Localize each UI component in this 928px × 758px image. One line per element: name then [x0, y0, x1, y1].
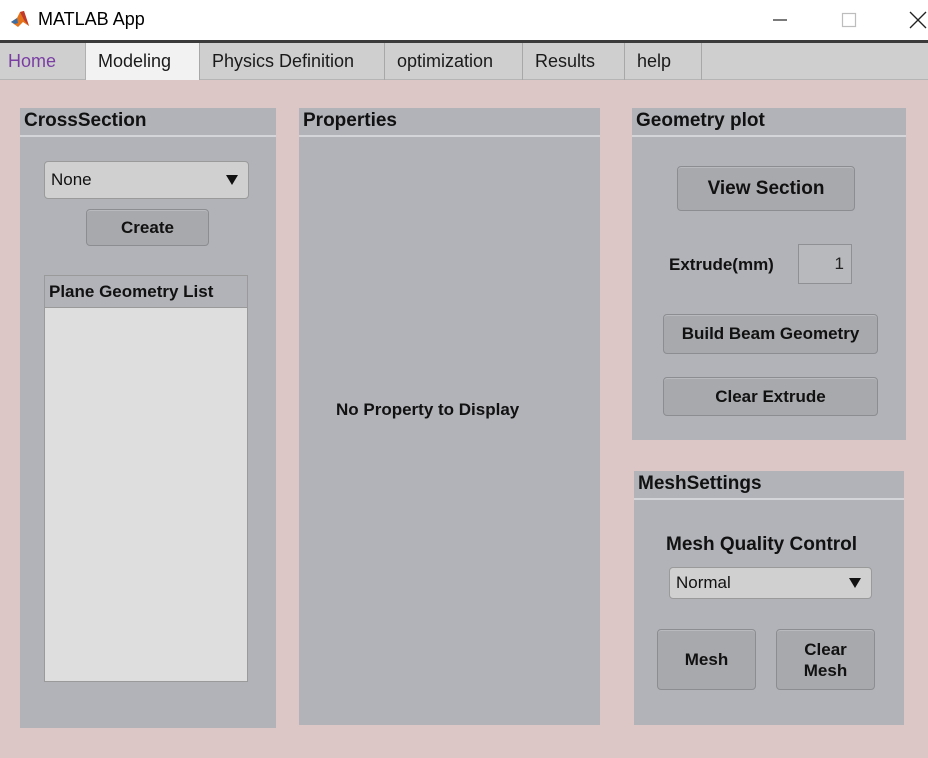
mesh-quality-dropdown[interactable]: Normal [669, 567, 872, 599]
extrude-label: Extrude(mm) [669, 255, 774, 274]
tab-results-label: Results [535, 51, 596, 71]
tab-optimization[interactable]: optimization [385, 43, 523, 80]
mesh-quality-label: Mesh Quality Control [666, 534, 858, 555]
tab-optimization-label: optimization [397, 51, 494, 71]
dropdown-arrow-icon [226, 175, 238, 185]
tab-modeling[interactable]: Modeling [85, 43, 200, 80]
tab-bar: Home Modeling Physics Definition optimiz… [0, 43, 928, 80]
maximize-icon [841, 12, 857, 28]
dropdown-arrow-icon [849, 578, 861, 588]
tab-help[interactable]: help [625, 43, 702, 80]
minimize-button[interactable] [757, 0, 803, 40]
close-icon [909, 11, 927, 29]
tab-physics-definition[interactable]: Physics Definition [200, 43, 385, 80]
cross-section-dropdown-value: None [51, 170, 92, 189]
clear-mesh-button[interactable]: Clear Mesh [776, 629, 875, 690]
window-title: MATLAB App [38, 9, 145, 29]
tab-home[interactable]: Home [0, 43, 86, 80]
cross-section-title: CrossSection [20, 108, 276, 137]
plane-geometry-list-header: Plane Geometry List [45, 276, 247, 308]
properties-panel: Properties No Property to Display [299, 108, 600, 725]
tab-physics-definition-label: Physics Definition [212, 51, 355, 71]
plane-geometry-list[interactable]: Plane Geometry List [44, 275, 248, 682]
modeling-content: CrossSection None Create Plane Geometry … [0, 80, 928, 758]
cross-section-dropdown[interactable]: None [44, 161, 249, 199]
build-beam-geometry-label: Build Beam Geometry [681, 324, 860, 343]
extrude-input[interactable]: 1 [798, 244, 852, 284]
view-section-button[interactable]: View Section [677, 166, 855, 211]
close-button[interactable] [895, 0, 928, 40]
cross-section-panel: CrossSection None Create Plane Geometry … [20, 108, 276, 728]
mesh-settings-title: MeshSettings [634, 471, 904, 500]
build-beam-geometry-button[interactable]: Build Beam Geometry [663, 314, 878, 354]
properties-title: Properties [299, 108, 600, 137]
mesh-button[interactable]: Mesh [657, 629, 756, 690]
tab-modeling-label: Modeling [98, 51, 172, 71]
mesh-button-label: Mesh [684, 649, 729, 669]
maximize-button[interactable] [826, 0, 872, 40]
clear-extrude-label: Clear Extrude [715, 386, 826, 406]
minimize-icon [773, 19, 787, 21]
geometry-plot-title: Geometry plot [632, 108, 906, 137]
create-button[interactable]: Create [86, 209, 209, 246]
mesh-quality-value: Normal [676, 573, 731, 592]
view-section-label: View Section [707, 177, 825, 199]
tab-help-label: help [637, 51, 672, 71]
matlab-logo-icon [9, 8, 31, 30]
mesh-settings-panel: MeshSettings Mesh Quality Control Normal… [634, 471, 904, 725]
no-property-message: No Property to Display [336, 400, 520, 419]
create-button-label: Create [121, 217, 174, 237]
extrude-value: 1 [834, 254, 844, 273]
title-bar: MATLAB App [0, 0, 928, 40]
tab-results[interactable]: Results [523, 43, 625, 80]
clear-extrude-button[interactable]: Clear Extrude [663, 377, 878, 416]
tab-home-label: Home [8, 51, 57, 71]
geometry-plot-panel: Geometry plot View Section Extrude(mm) 1… [632, 108, 906, 440]
clear-mesh-label: Clear Mesh [803, 639, 848, 680]
